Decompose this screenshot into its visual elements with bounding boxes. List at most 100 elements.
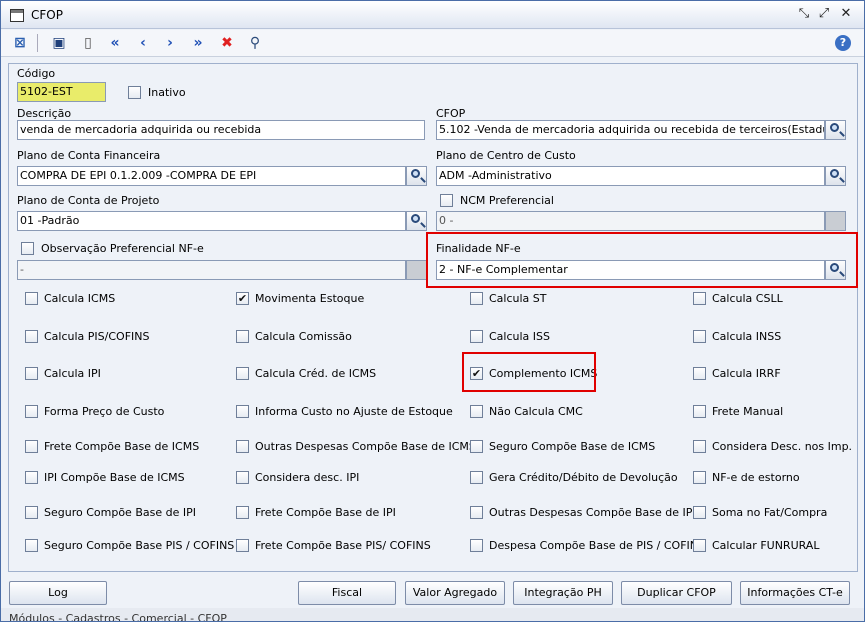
previous-record-icon[interactable]: ‹ — [133, 33, 153, 53]
calcular-funrural-label: Calcular FUNRURAL — [712, 539, 820, 552]
calcula-ipi-checkbox[interactable] — [25, 367, 38, 380]
magnifier-icon — [830, 123, 839, 132]
calcula-icms-label: Calcula ICMS — [44, 292, 116, 305]
search-icon[interactable]: ⚲ — [245, 33, 265, 53]
calcula-iss-checkbox[interactable] — [470, 330, 483, 343]
plano-conta-financeira-lookup-button[interactable] — [406, 166, 427, 186]
descricao-input[interactable]: venda de mercadoria adquirida ou recebid… — [17, 120, 425, 140]
calcula-csll-checkbox[interactable] — [693, 292, 706, 305]
informa-custo-no-ajuste-de-estoque-label: Informa Custo no Ajuste de Estoque — [255, 405, 453, 418]
nf-e-de-estorno-checkbox[interactable] — [693, 471, 706, 484]
calcula-comissao-label: Calcula Comissão — [255, 330, 352, 343]
duplicar-cfop-button[interactable]: Duplicar CFOP — [621, 581, 732, 605]
outras-despesas-compoe-base-de-ipi-label: Outras Despesas Compõe Base de IPI — [489, 506, 696, 519]
ipi-compoe-base-de-icms-checkbox[interactable] — [25, 471, 38, 484]
forma-preco-de-custo-label: Forma Preço de Custo — [44, 405, 165, 418]
ncm-preferencial-checkbox[interactable] — [440, 194, 453, 207]
last-record-icon[interactable]: » — [188, 33, 208, 53]
valor-agregado-button[interactable]: Valor Agregado — [405, 581, 505, 605]
considera-desc-ipi-label: Considera desc. IPI — [255, 471, 360, 484]
new-document-icon[interactable]: ▯ — [78, 33, 98, 53]
calcula-irrf-label: Calcula IRRF — [712, 367, 781, 380]
complemento-icms-highlight — [462, 352, 596, 392]
informacoes-cte-button[interactable]: Informações CT-e — [740, 581, 850, 605]
nf-e-de-estorno-label: NF-e de estorno — [712, 471, 800, 484]
informa-custo-no-ajuste-de-estoque-checkbox[interactable] — [236, 405, 249, 418]
plano-centro-custo-label: Plano de Centro de Custo — [436, 149, 576, 162]
ncm-preferencial-input: 0 - — [436, 211, 825, 231]
plano-centro-custo-lookup-button[interactable] — [825, 166, 846, 186]
cfop-lookup-button[interactable] — [825, 120, 846, 140]
gera-credito-debito-de-devolucao-label: Gera Crédito/Débito de Devolução — [489, 471, 678, 484]
magnifier-icon — [411, 214, 420, 223]
calcula-pis-cofins-checkbox[interactable] — [25, 330, 38, 343]
frete-manual-label: Frete Manual — [712, 405, 784, 418]
plano-conta-financeira-input[interactable]: COMPRA DE EPI 0.1.2.009 -COMPRA DE EPI — [17, 166, 406, 186]
close-icon[interactable]: ✕ — [839, 7, 853, 21]
movimenta-estoque-label: Movimenta Estoque — [255, 292, 365, 305]
fiscal-button[interactable]: Fiscal — [298, 581, 396, 605]
considera-desc-nos-imp-label: Considera Desc. nos Imp. — [712, 440, 853, 453]
delete-icon[interactable]: ✖ — [217, 33, 237, 53]
plano-conta-projeto-input[interactable]: 01 -Padrão — [17, 211, 406, 231]
save-icon[interactable]: ▣ — [49, 33, 69, 53]
seguro-compoe-base-pis-cofins-checkbox[interactable] — [25, 539, 38, 552]
calcular-funrural-checkbox[interactable] — [693, 539, 706, 552]
calcula-inss-checkbox[interactable] — [693, 330, 706, 343]
frete-compoe-base-pis-cofins-checkbox[interactable] — [236, 539, 249, 552]
plano-conta-projeto-lookup-button[interactable] — [406, 211, 427, 231]
calcula-irrf-checkbox[interactable] — [693, 367, 706, 380]
obs-preferencial-input: - — [17, 260, 406, 280]
magnifier-icon — [411, 169, 420, 178]
codigo-input[interactable]: 5102-EST — [17, 82, 106, 102]
ipi-compoe-base-de-icms-label: IPI Compõe Base de ICMS — [44, 471, 185, 484]
considera-desc-nos-imp-checkbox[interactable] — [693, 440, 706, 453]
frete-compoe-base-pis-cofins-label: Frete Compõe Base PIS/ COFINS — [255, 539, 431, 552]
help-icon[interactable]: ? — [835, 35, 851, 51]
maximize-icon[interactable]: ⤢ — [817, 7, 831, 21]
forma-preco-de-custo-checkbox[interactable] — [25, 405, 38, 418]
inativo-checkbox[interactable] — [128, 86, 141, 99]
seguro-compoe-base-de-icms-checkbox[interactable] — [470, 440, 483, 453]
gera-credito-debito-de-devolucao-checkbox[interactable] — [470, 471, 483, 484]
restore-icon[interactable]: ⤡ — [797, 7, 811, 21]
seguro-compoe-base-de-ipi-checkbox[interactable] — [25, 506, 38, 519]
seguro-compoe-base-de-ipi-label: Seguro Compõe Base de IPI — [44, 506, 196, 519]
frete-compoe-base-de-ipi-label: Frete Compõe Base de IPI — [255, 506, 396, 519]
calcula-comissao-checkbox[interactable] — [236, 330, 249, 343]
plano-centro-custo-input[interactable]: ADM -Administrativo — [436, 166, 825, 186]
calcula-st-checkbox[interactable] — [470, 292, 483, 305]
ncm-lookup-button — [825, 211, 846, 231]
toolbar: ⊠ ▣ ▯ « ‹ › » ✖ ⚲ ? — [1, 30, 864, 57]
nao-calcula-cmc-checkbox[interactable] — [470, 405, 483, 418]
exit-icon[interactable]: ⊠ — [10, 33, 30, 53]
status-breadcrumb: Módulos - Cadastros - Comercial - CFOP — [1, 608, 864, 621]
calcula-iss-label: Calcula ISS — [489, 330, 550, 343]
despesa-compoe-base-de-pis-cofins-label: Despesa Compõe Base de PIS / COFINS — [489, 539, 705, 552]
calcula-icms-checkbox[interactable] — [25, 292, 38, 305]
obs-preferencial-label: Observação Preferencial NF-e — [41, 242, 204, 255]
plano-conta-financeira-label: Plano de Conta Financeira — [17, 149, 161, 162]
despesa-compoe-base-de-pis-cofins-checkbox[interactable] — [470, 539, 483, 552]
outras-despesas-compoe-base-de-ipi-checkbox[interactable] — [470, 506, 483, 519]
log-button[interactable]: Log — [9, 581, 107, 605]
outras-despesas-compoe-base-de-icms-checkbox[interactable] — [236, 440, 249, 453]
movimenta-estoque-checkbox[interactable]: ✔ — [236, 292, 249, 305]
frete-compoe-base-de-icms-label: Frete Compõe Base de ICMS — [44, 440, 200, 453]
obs-preferencial-checkbox[interactable] — [21, 242, 34, 255]
frete-compoe-base-de-icms-checkbox[interactable] — [25, 440, 38, 453]
frete-compoe-base-de-ipi-checkbox[interactable] — [236, 506, 249, 519]
nao-calcula-cmc-label: Não Calcula CMC — [489, 405, 583, 418]
calcula-cred-de-icms-checkbox[interactable] — [236, 367, 249, 380]
seguro-compoe-base-pis-cofins-label: Seguro Compõe Base PIS / COFINS — [44, 539, 235, 552]
calcula-ipi-label: Calcula IPI — [44, 367, 101, 380]
considera-desc-ipi-checkbox[interactable] — [236, 471, 249, 484]
obs-lookup-button — [406, 260, 427, 280]
calcula-st-label: Calcula ST — [489, 292, 547, 305]
frete-manual-checkbox[interactable] — [693, 405, 706, 418]
soma-no-fat-compra-checkbox[interactable] — [693, 506, 706, 519]
integracao-ph-button[interactable]: Integração PH — [513, 581, 613, 605]
first-record-icon[interactable]: « — [105, 33, 125, 53]
cfop-input[interactable]: 5.102 -Venda de mercadoria adquirida ou … — [436, 120, 825, 140]
next-record-icon[interactable]: › — [160, 33, 180, 53]
